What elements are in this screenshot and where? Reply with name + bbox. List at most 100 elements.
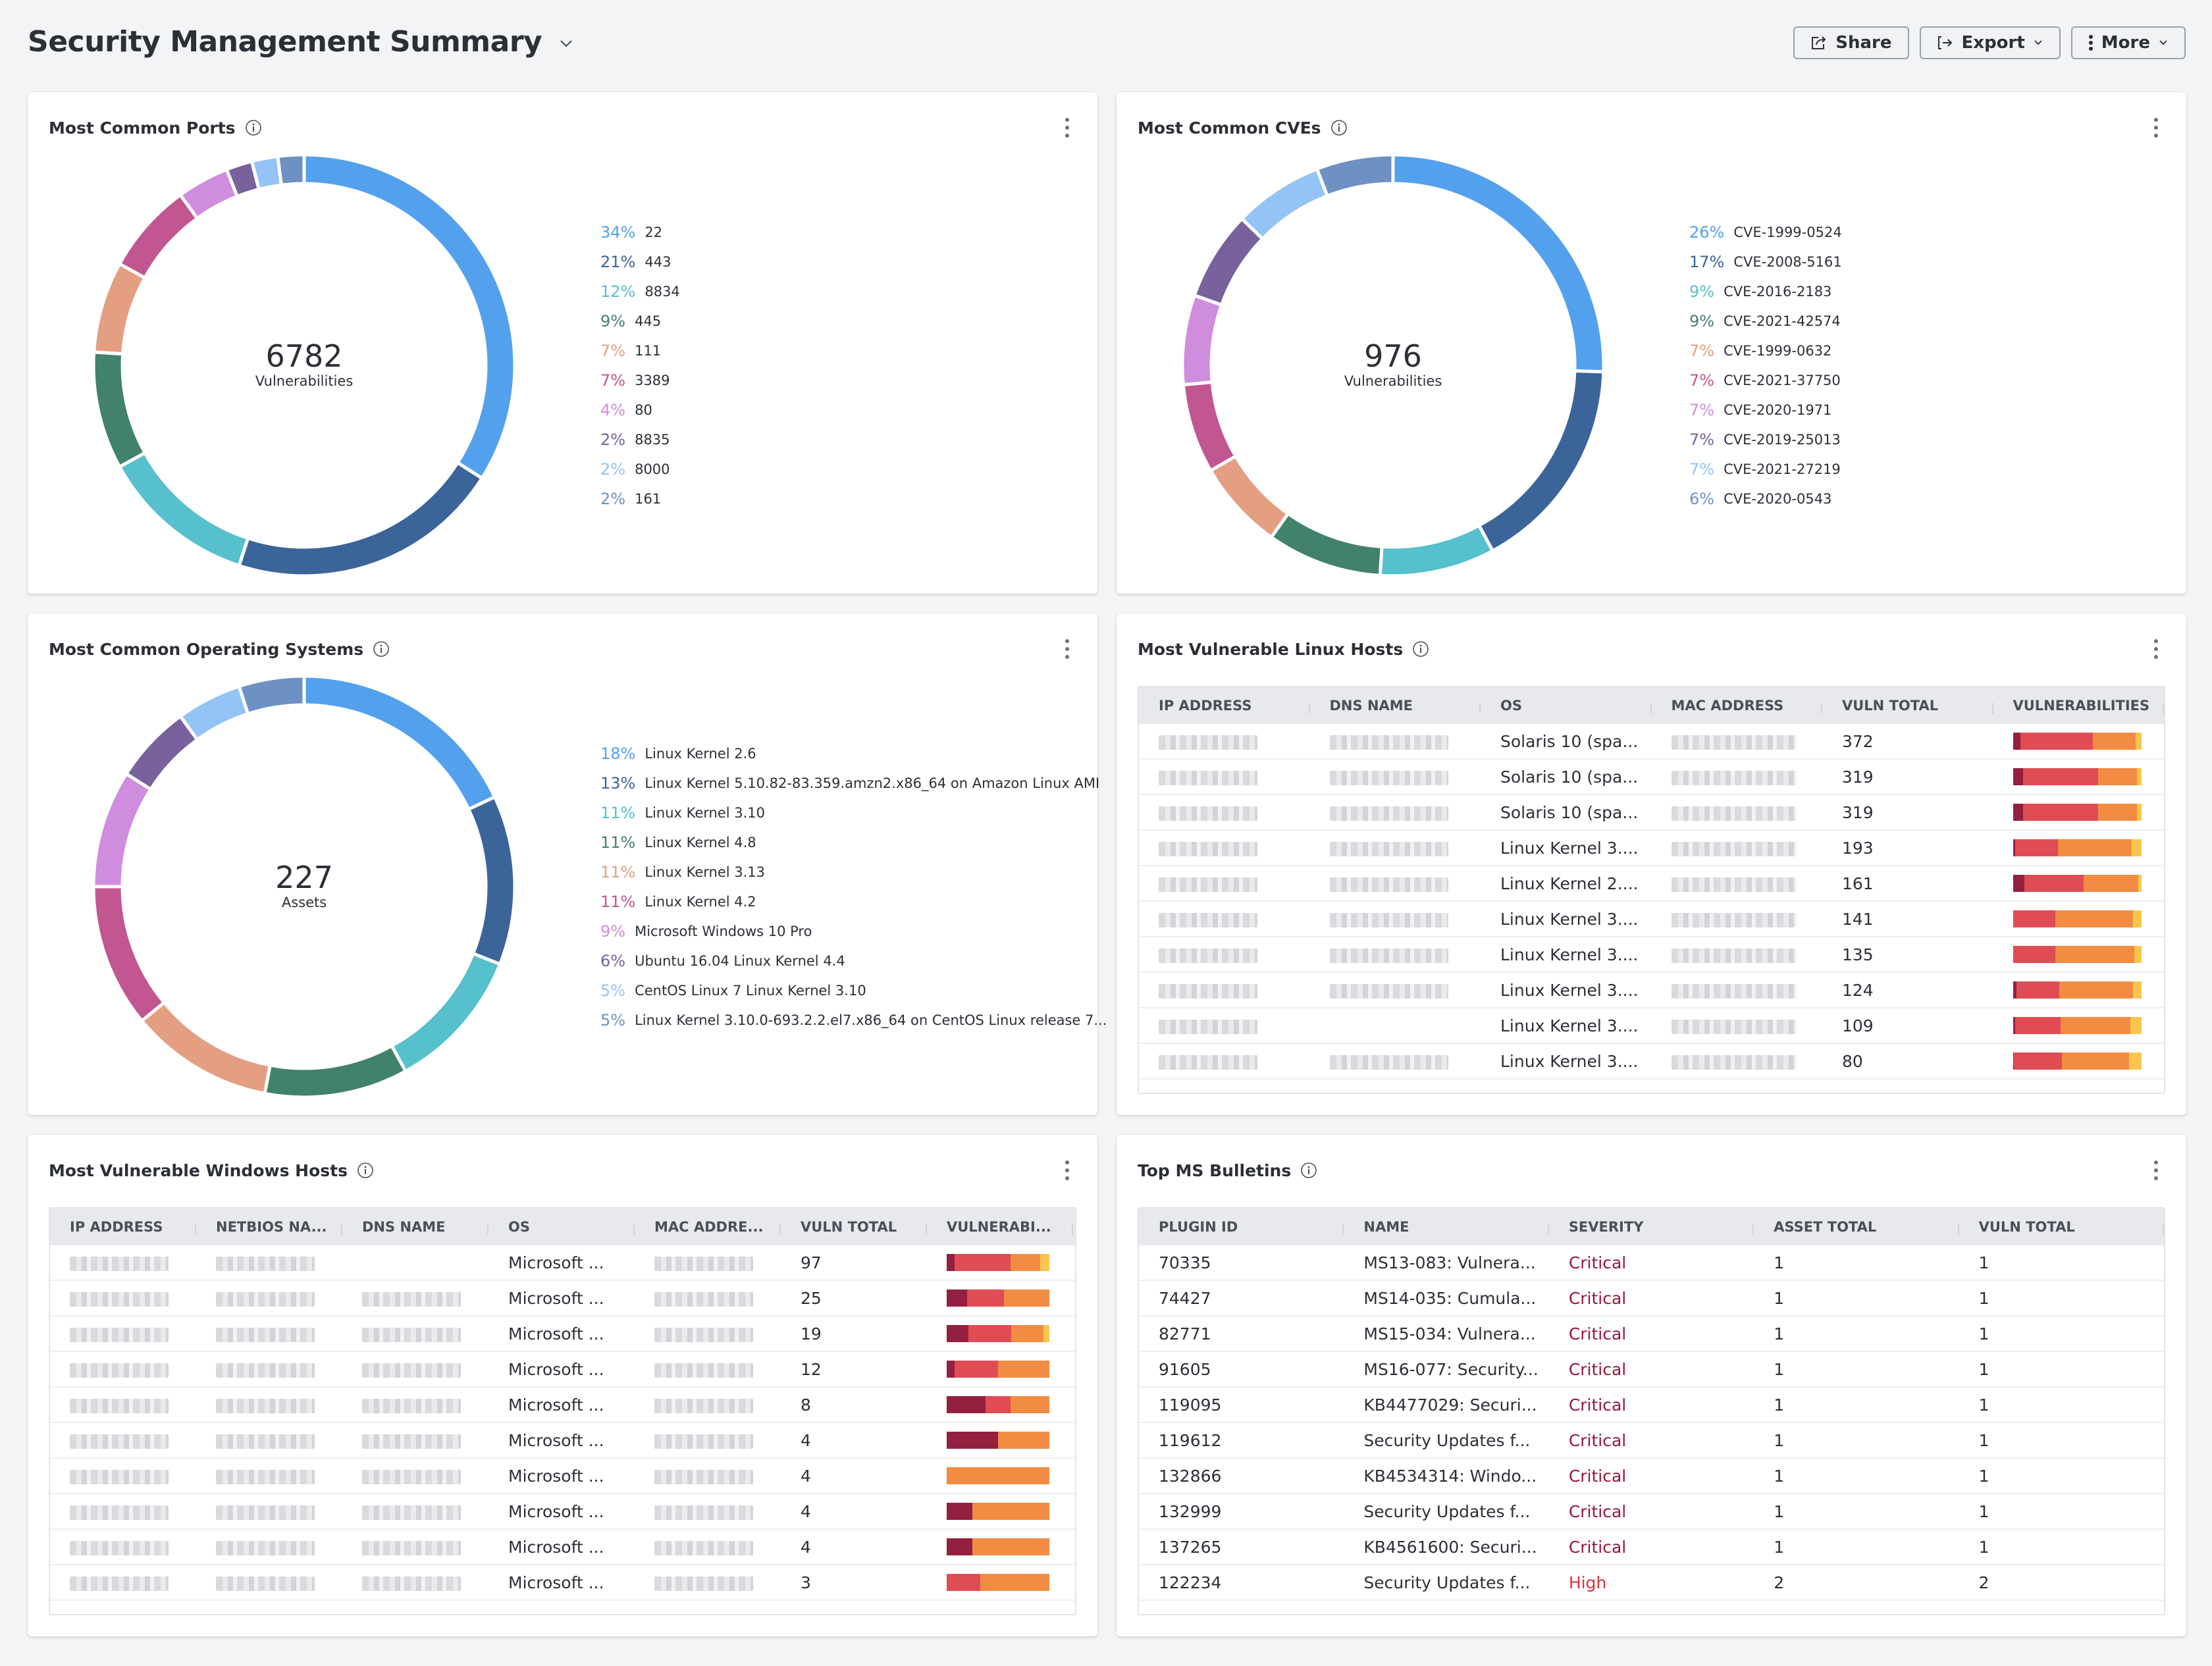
donut-slice[interactable] <box>1315 155 1395 198</box>
donut-slice[interactable] <box>302 676 497 812</box>
legend-item[interactable]: 7% CVE-1999-0632 <box>1689 336 1842 365</box>
severity-bar[interactable] <box>2013 1053 2142 1070</box>
column-header[interactable]: NETBIOS NA... <box>196 1219 342 1235</box>
info-icon[interactable] <box>357 1162 374 1179</box>
legend-item[interactable]: 5% Linux Kernel 3.10.0-693.2.2.el7.x86_64… <box>600 1005 1107 1035</box>
legend-item[interactable]: 9% CVE-2021-42574 <box>1689 306 1842 336</box>
column-header[interactable]: OS <box>488 1219 635 1235</box>
legend-item[interactable]: 9% Microsoft Windows 10 Pro <box>600 916 1107 946</box>
table-row[interactable]: Solaris 10 (spa... 372 <box>1139 724 2164 760</box>
severity-bar[interactable] <box>947 1396 1049 1413</box>
severity-bar[interactable] <box>947 1254 1049 1271</box>
donut-slice[interactable] <box>1239 167 1330 242</box>
table-row[interactable]: Microsoft ... 19 <box>50 1316 1075 1352</box>
column-header[interactable]: MAC ADDRE... <box>635 1219 781 1235</box>
legend-item[interactable]: 11% Linux Kernel 3.10 <box>600 798 1107 827</box>
table-row[interactable]: 91605 MS16-077: Security... Critical 1 1 <box>1139 1352 2164 1388</box>
legend-item[interactable]: 11% Linux Kernel 3.13 <box>600 857 1107 887</box>
donut-slice[interactable] <box>178 684 250 742</box>
donut-slice[interactable] <box>117 450 250 568</box>
donut-slice[interactable] <box>139 1000 273 1096</box>
column-header[interactable]: ASSET TOTAL <box>1754 1219 1959 1235</box>
donut-slice[interactable] <box>302 155 515 481</box>
legend-item[interactable]: 21% 443 <box>600 247 680 276</box>
legend-item[interactable]: 17% CVE-2008-5161 <box>1689 247 1842 276</box>
column-header[interactable]: VULNERABI... <box>927 1219 1073 1235</box>
severity-bar[interactable] <box>947 1538 1049 1555</box>
more-button[interactable]: More <box>2070 26 2186 59</box>
donut-slice[interactable] <box>389 951 502 1074</box>
severity-bar[interactable] <box>2013 839 2142 856</box>
table-row[interactable]: Linux Kernel 3.... 80 <box>1139 1044 2164 1080</box>
table-row[interactable]: 70335 MS13-083: Vulnera... Critical 1 1 <box>1139 1245 2164 1281</box>
donut-slice[interactable] <box>117 192 200 280</box>
legend-item[interactable]: 9% CVE-2016-2183 <box>1689 276 1842 306</box>
chevron-down-icon[interactable] <box>559 36 573 51</box>
table-row[interactable]: Solaris 10 (spa... 319 <box>1139 795 2164 831</box>
severity-bar[interactable] <box>2013 875 2142 892</box>
legend-item[interactable]: 26% CVE-1999-0524 <box>1689 217 1842 247</box>
table-row[interactable]: 119612 Security Updates f... Critical 1 1 <box>1139 1423 2164 1459</box>
widget-menu-button[interactable] <box>2147 639 2165 659</box>
donut-slice[interactable] <box>236 460 485 576</box>
share-button[interactable]: Share <box>1793 26 1909 59</box>
severity-bar[interactable] <box>2013 1017 2142 1034</box>
table-row[interactable]: Microsoft ... 4 <box>50 1530 1075 1565</box>
table-row[interactable]: Linux Kernel 3.... 141 <box>1139 902 2164 937</box>
info-icon[interactable] <box>1412 640 1429 658</box>
column-header[interactable]: IP ADDRESS <box>1139 698 1310 714</box>
table-row[interactable]: Microsoft ... 4 <box>50 1423 1075 1459</box>
widget-menu-button[interactable] <box>1058 118 1076 138</box>
severity-bar[interactable] <box>2013 768 2142 785</box>
donut-slice[interactable] <box>1378 523 1495 576</box>
table-row[interactable]: Linux Kernel 2.... 161 <box>1139 866 2164 902</box>
legend-item[interactable]: 6% CVE-2020-0543 <box>1689 484 1842 513</box>
severity-bar[interactable] <box>947 1574 1049 1591</box>
column-header[interactable]: DNS NAME <box>1310 698 1481 714</box>
severity-bar[interactable] <box>2013 804 2142 821</box>
donut-slice[interactable] <box>236 676 306 716</box>
legend-item[interactable]: 9% 445 <box>600 306 680 336</box>
info-icon[interactable] <box>245 119 262 136</box>
legend-item[interactable]: 2% 161 <box>600 484 680 513</box>
table-row[interactable]: Microsoft ... 8 <box>50 1388 1075 1423</box>
table-row[interactable]: Linux Kernel 3.... 193 <box>1139 831 2164 866</box>
page-title[interactable]: Security Management Summary <box>28 25 573 59</box>
table-row[interactable]: Solaris 10 (spa... 319 <box>1139 760 2164 795</box>
severity-bar[interactable] <box>2013 981 2142 999</box>
column-header[interactable]: VULN TOTAL <box>1822 698 1993 714</box>
column-header[interactable]: VULN TOTAL <box>781 1219 927 1235</box>
table-row[interactable]: 122234 Security Updates f... High 2 2 <box>1139 1565 2164 1601</box>
table-row[interactable]: Microsoft ... 97 <box>50 1245 1075 1281</box>
column-header[interactable]: SEVERITY <box>1549 1219 1754 1235</box>
severity-bar[interactable] <box>947 1467 1049 1484</box>
legend-item[interactable]: 7% 111 <box>600 336 680 365</box>
table-row[interactable]: Microsoft ... 4 <box>50 1494 1075 1530</box>
table-row[interactable]: Microsoft ... 12 <box>50 1352 1075 1388</box>
column-header[interactable]: VULNERABILITIES <box>1993 698 2165 714</box>
table-row[interactable]: Microsoft ... 3 <box>50 1565 1075 1601</box>
table-row[interactable]: Linux Kernel 3.... 109 <box>1139 1008 2164 1044</box>
legend-item[interactable]: 7% CVE-2019-25013 <box>1689 425 1842 454</box>
donut-slice[interactable] <box>1182 380 1238 473</box>
legend-item[interactable]: 11% Linux Kernel 4.8 <box>600 827 1107 857</box>
table-row[interactable]: Linux Kernel 3.... 135 <box>1139 937 2164 973</box>
column-header[interactable]: NAME <box>1344 1219 1549 1235</box>
legend-item[interactable]: 7% CVE-2021-37750 <box>1689 365 1842 395</box>
info-icon[interactable] <box>1300 1162 1317 1179</box>
export-button[interactable]: Export <box>1919 26 2061 59</box>
table-row[interactable]: Microsoft ... 25 <box>50 1281 1075 1316</box>
info-icon[interactable] <box>373 640 390 658</box>
column-header[interactable]: OS <box>1481 698 1652 714</box>
legend-item[interactable]: 13% Linux Kernel 5.10.82-83.359.amzn2.x86… <box>600 768 1107 798</box>
legend-item[interactable]: 5% CentOS Linux 7 Linux Kernel 3.10 <box>600 976 1107 1005</box>
donut-slice[interactable] <box>1208 454 1291 540</box>
legend-item[interactable]: 34% 22 <box>600 217 680 247</box>
severity-bar[interactable] <box>947 1361 1049 1378</box>
legend-item[interactable]: 2% 8835 <box>600 425 680 454</box>
table-row[interactable]: 119095 KB4477029: Securi... Critical 1 1 <box>1139 1388 2164 1423</box>
widget-menu-button[interactable] <box>2147 1160 2165 1180</box>
severity-bar[interactable] <box>947 1432 1049 1449</box>
donut-slice[interactable] <box>263 1043 408 1097</box>
table-row[interactable]: Microsoft ... 4 <box>50 1459 1075 1494</box>
